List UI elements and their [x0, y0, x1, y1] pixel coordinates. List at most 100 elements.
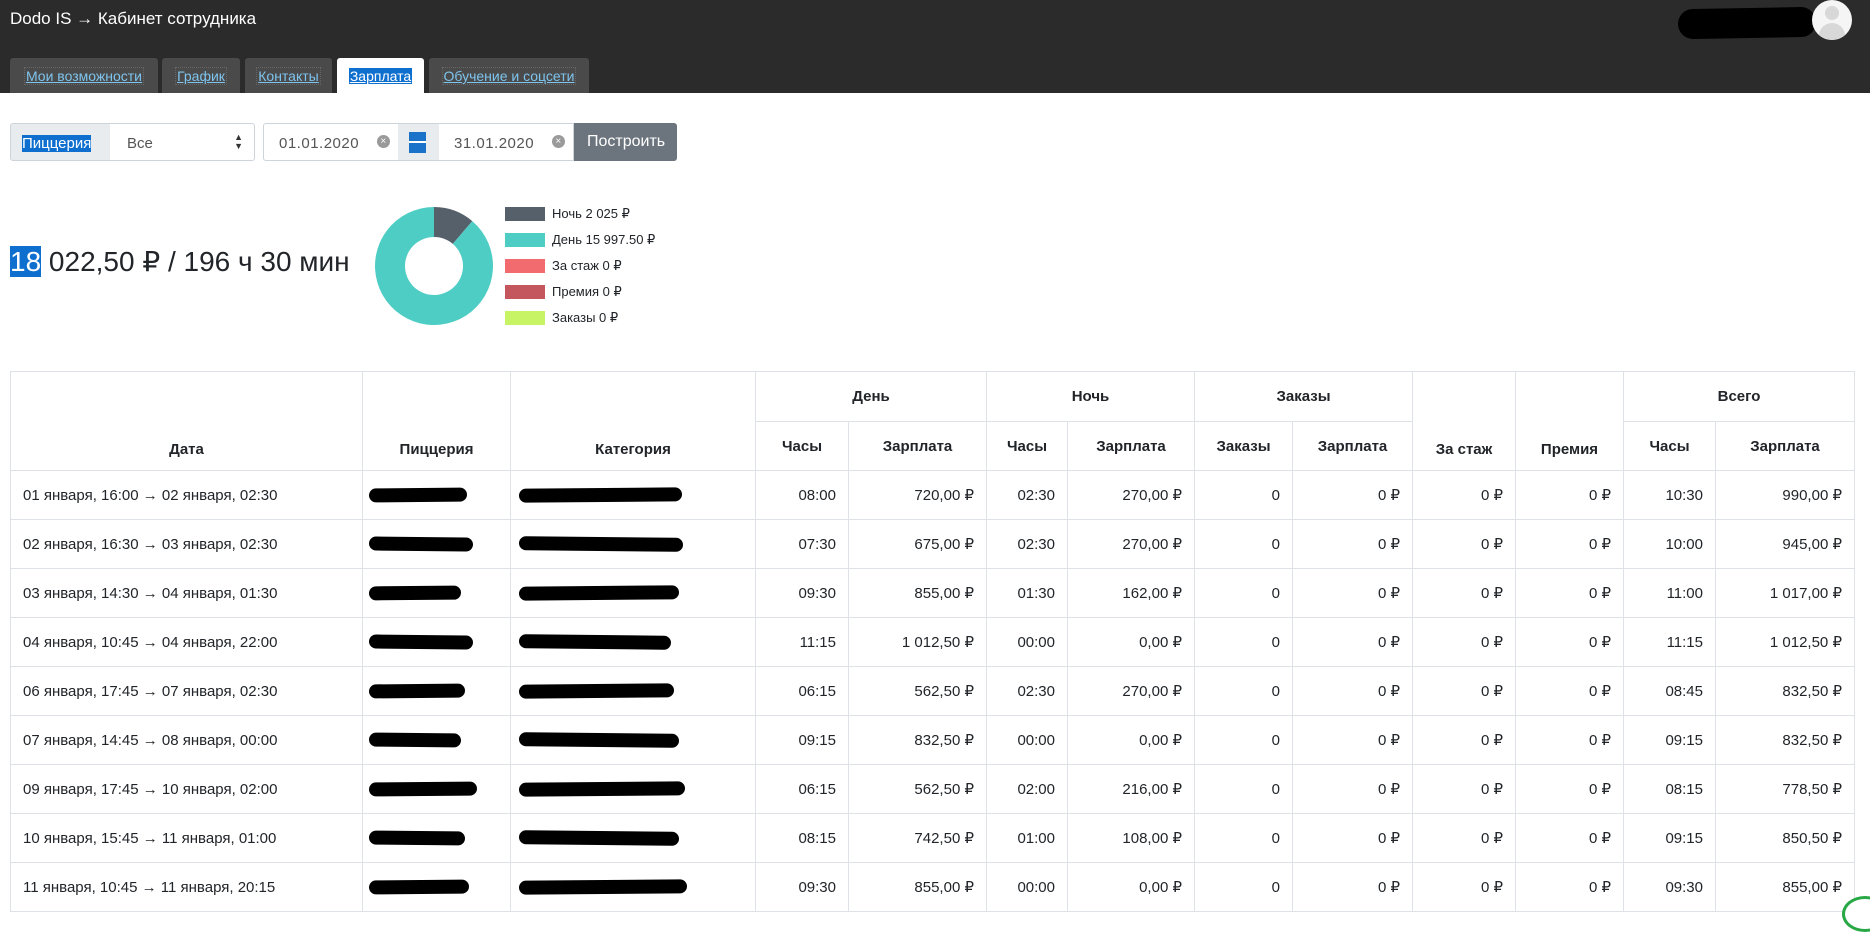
legend-swatch — [505, 259, 545, 273]
seniority-cell: 0 ₽ — [1412, 862, 1516, 912]
clear-date-from-icon[interactable]: × — [377, 135, 390, 148]
day-hours-cell: 11:15 — [755, 617, 849, 667]
total-salary-cell: 850,50 ₽ — [1715, 813, 1855, 863]
night-hours-cell: 02:00 — [986, 764, 1068, 814]
calendar-addon[interactable] — [398, 123, 440, 161]
day-salary-cell: 675,00 ₽ — [848, 519, 987, 569]
day-salary-cell: 1 012,50 ₽ — [848, 617, 987, 667]
category-cell — [510, 813, 756, 863]
night-hours-cell: 00:00 — [986, 862, 1068, 912]
bonus-cell: 0 ₽ — [1515, 617, 1624, 667]
date-cell: 01 января, 16:00 → 02 января, 02:30 — [10, 470, 363, 520]
total-salary-cell: 990,00 ₽ — [1715, 470, 1855, 520]
redacted-text — [518, 487, 683, 503]
orders-count-cell: 0 — [1194, 862, 1293, 912]
select-arrows-icon: ▲ ▼ — [234, 132, 243, 151]
group-header-night: Ночь — [986, 371, 1195, 422]
redacted-text — [518, 536, 684, 552]
summary-rest: 022,50 ₽ / 196 ч 30 мин — [41, 246, 350, 277]
day-salary-cell: 832,50 ₽ — [848, 715, 987, 765]
tab-contacts[interactable]: Контакты — [245, 58, 332, 93]
orders-salary-cell: 0 ₽ — [1292, 862, 1413, 912]
redacted-text — [518, 732, 680, 748]
tab-learning[interactable]: Обучение и соцсети — [429, 58, 589, 93]
day-hours-cell: 09:30 — [755, 862, 849, 912]
orders-count-cell: 0 — [1194, 470, 1293, 520]
calendar-icon — [409, 132, 426, 153]
total-hours-cell: 11:15 — [1623, 617, 1716, 667]
date-cell: 04 января, 10:45 → 04 января, 22:00 — [10, 617, 363, 667]
pizzeria-cell — [362, 617, 511, 667]
pizzeria-label: Пиццерия — [10, 123, 111, 161]
avatar-head-icon — [1825, 6, 1839, 20]
build-button[interactable]: Построить — [574, 123, 677, 161]
category-cell — [510, 862, 756, 912]
day-salary-cell: 562,50 ₽ — [848, 666, 987, 716]
total-salary-cell: 832,50 ₽ — [1715, 666, 1855, 716]
seniority-cell: 0 ₽ — [1412, 519, 1516, 569]
redacted-text — [518, 879, 688, 895]
clear-date-to-icon[interactable]: × — [552, 135, 565, 148]
orders-salary-cell: 0 ₽ — [1292, 666, 1413, 716]
legend-label: Ночь 2 025 ₽ — [552, 206, 630, 221]
bonus-cell: 0 ₽ — [1515, 813, 1624, 863]
date-cell: 11 января, 10:45 → 11 января, 20:15 — [10, 862, 363, 912]
pizzeria-select[interactable]: Все ▲ ▼ — [110, 123, 255, 161]
pizzeria-cell — [362, 519, 511, 569]
night-salary-cell: 0,00 ₽ — [1067, 862, 1195, 912]
date-cell: 06 января, 17:45 → 07 января, 02:30 — [10, 666, 363, 716]
total-salary-cell: 832,50 ₽ — [1715, 715, 1855, 765]
legend-label: Заказы 0 ₽ — [552, 310, 619, 325]
legend-label: День 15 997.50 ₽ — [552, 232, 656, 247]
day-salary-cell: 720,00 ₽ — [848, 470, 987, 520]
redacted-text — [518, 585, 680, 601]
salary-summary: 18 022,50 ₽ / 196 ч 30 мин — [10, 245, 350, 278]
redacted-text — [518, 781, 686, 797]
date-from-input[interactable]: 01.01.2020 × — [263, 123, 399, 161]
table-row: 06 января, 17:45 → 07 января, 02:30 06:15… — [10, 666, 1855, 716]
seniority-cell: 0 ₽ — [1412, 813, 1516, 863]
pizzeria-cell — [362, 568, 511, 618]
col-header-day-hours: Часы — [755, 421, 849, 471]
redacted-text — [368, 634, 474, 650]
total-hours-cell: 11:00 — [1623, 568, 1716, 618]
tab-schedule[interactable]: График — [162, 58, 240, 93]
date-cell: 10 января, 15:45 → 11 января, 01:00 — [10, 813, 363, 863]
col-header-total-salary: Зарплата — [1715, 421, 1855, 471]
day-hours-cell: 06:15 — [755, 764, 849, 814]
night-salary-cell: 216,00 ₽ — [1067, 764, 1195, 814]
group-header-total: Всего — [1623, 371, 1855, 422]
tab-label: Контакты — [256, 67, 321, 85]
col-header-seniority: За стаж — [1412, 371, 1516, 471]
category-cell — [510, 470, 756, 520]
orders-count-cell: 0 — [1194, 715, 1293, 765]
tab-my-opportunities[interactable]: Мои возможности — [10, 58, 158, 93]
bonus-cell: 0 ₽ — [1515, 862, 1624, 912]
salary-donut-chart — [375, 207, 493, 325]
col-header-category: Категория — [510, 371, 756, 471]
total-hours-cell: 10:00 — [1623, 519, 1716, 569]
table-row: 11 января, 10:45 → 11 января, 20:15 09:30… — [10, 862, 1855, 912]
date-to-input[interactable]: 31.01.2020 × — [439, 123, 574, 161]
total-salary-cell: 1 017,00 ₽ — [1715, 568, 1855, 618]
redacted-text — [368, 732, 462, 748]
redacted-text — [368, 536, 474, 552]
legend-label: Премия 0 ₽ — [552, 284, 622, 299]
orders-salary-cell: 0 ₽ — [1292, 764, 1413, 814]
salary-table: Дата Пиццерия Категория День Ночь Заказы… — [10, 371, 1855, 912]
table-row: 07 января, 14:45 → 08 января, 00:00 09:15… — [10, 715, 1855, 765]
category-cell — [510, 764, 756, 814]
category-cell — [510, 568, 756, 618]
night-salary-cell: 270,00 ₽ — [1067, 470, 1195, 520]
date-to-value: 31.01.2020 — [454, 135, 535, 152]
day-salary-cell: 855,00 ₽ — [848, 862, 987, 912]
orders-count-cell: 0 — [1194, 617, 1293, 667]
group-header-orders: Заказы — [1194, 371, 1413, 422]
avatar[interactable] — [1812, 0, 1852, 40]
tab-salary[interactable]: Зарплата — [337, 58, 424, 93]
day-salary-cell: 855,00 ₽ — [848, 568, 987, 618]
total-hours-cell: 09:15 — [1623, 715, 1716, 765]
category-cell — [510, 519, 756, 569]
redacted-text — [368, 879, 470, 895]
pizzeria-cell — [362, 862, 511, 912]
